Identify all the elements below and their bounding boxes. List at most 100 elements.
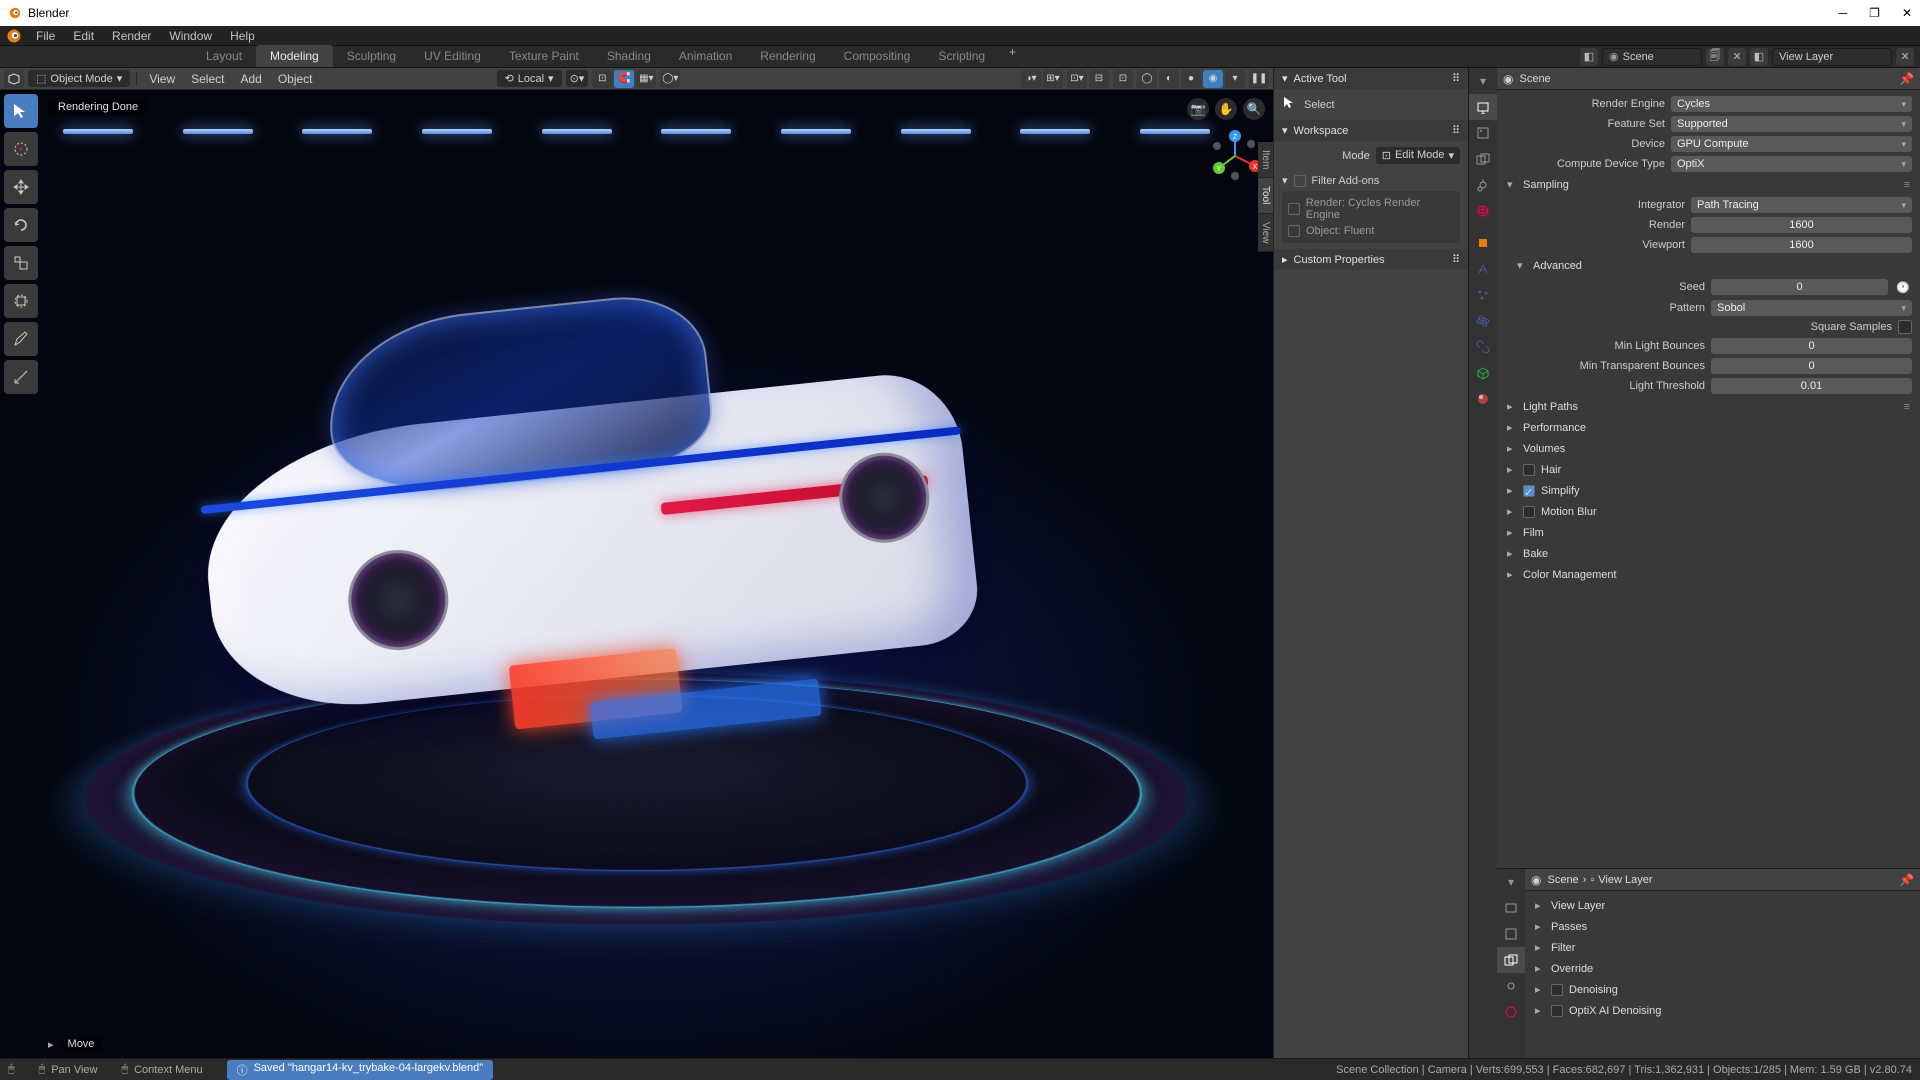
render-engine-dropdown[interactable]: Cycles [1671,96,1912,112]
3d-viewport[interactable]: Rendering Done 📷 ✋ 🔍 X Y Z Item Tool Vie… [0,90,1273,1058]
tab-physics-icon[interactable] [1469,308,1497,334]
orientation-dropdown[interactable]: ⟲Local▾ [497,70,562,87]
section-optix-denoising[interactable]: OptiX AI Denoising [1525,1000,1920,1021]
workspace-mode-dropdown[interactable]: ⊡Edit Mode▾ [1376,147,1460,164]
section-passes[interactable]: Passes [1525,916,1920,937]
scene-new-button[interactable]: 🗐 [1706,48,1724,66]
device-dropdown[interactable]: GPU Compute [1671,136,1912,152]
workspace-header[interactable]: ▾Workspace⠿ [1274,120,1468,141]
filter-addons-toggle[interactable]: Filter Add-ons [1312,175,1380,187]
feature-set-dropdown[interactable]: Supported [1671,116,1912,132]
section-simplify[interactable]: ✓Simplify [1497,480,1920,501]
tab-rendering[interactable]: Rendering [746,45,829,67]
menu-window[interactable]: Window [161,27,220,45]
tab-world-icon[interactable] [1469,198,1497,224]
measure-tool[interactable] [4,360,38,394]
pivot-dropdown[interactable]: ⊙▾ [566,70,589,87]
close-button[interactable]: ✕ [1902,6,1912,20]
section-hair[interactable]: Hair [1497,459,1920,480]
custom-properties-header[interactable]: ▸Custom Properties⠿ [1274,249,1468,270]
editor-type-dropdown-icon[interactable]: ▾ [1497,869,1525,895]
orientation-gizmo[interactable]: X Y Z [1207,128,1263,184]
min-light-bounces-field[interactable]: 0 [1711,338,1912,354]
min-transparent-bounces-field[interactable]: 0 [1711,358,1912,374]
section-light-paths[interactable]: Light Paths≡ [1497,396,1920,417]
cursor-tool[interactable] [4,132,38,166]
rotate-tool[interactable] [4,208,38,242]
seed-clock-icon[interactable]: 🕐 [1894,278,1912,296]
annotate-tool[interactable] [4,322,38,356]
section-denoising[interactable]: Denoising [1525,979,1920,1000]
viewlayer-delete-button[interactable]: ✕ [1896,48,1914,66]
npanel-tab-view[interactable]: View [1258,214,1273,253]
scene-name-field[interactable]: ◉Scene [1602,48,1702,66]
minimize-button[interactable]: ─ [1839,6,1848,20]
vp-menu-object[interactable]: Object [272,70,319,88]
move-tool[interactable] [4,170,38,204]
tab-modeling[interactable]: Modeling [256,45,333,67]
zoom-view-icon[interactable]: 🔍 [1243,98,1265,120]
section-sampling[interactable]: Sampling≡ [1497,174,1920,195]
section-motion-blur[interactable]: Motion Blur [1497,501,1920,522]
npanel-tab-tool[interactable]: Tool [1258,178,1273,213]
tab-output-icon[interactable] [1497,921,1525,947]
npanel-tab-item[interactable]: Item [1258,142,1273,178]
tab-layout[interactable]: Layout [192,45,256,67]
select-box-tool[interactable] [4,94,38,128]
camera-view-icon[interactable]: 📷 [1187,98,1209,120]
tab-output-icon[interactable] [1469,120,1497,146]
tab-material-icon[interactable] [1469,386,1497,412]
vp-menu-add[interactable]: Add [234,70,267,88]
tab-uv-editing[interactable]: UV Editing [410,45,495,67]
section-override[interactable]: Override [1525,958,1920,979]
xray-icon[interactable]: ⊡ [1113,70,1133,88]
vp-footer-action[interactable]: Move [60,1036,103,1052]
shading-mode-buttons[interactable]: ◯◐●◉▾ [1137,70,1245,88]
section-filter[interactable]: Filter [1525,937,1920,958]
pattern-dropdown[interactable]: Sobol [1711,300,1912,316]
tab-sculpting[interactable]: Sculpting [333,45,410,67]
menu-edit[interactable]: Edit [65,27,102,45]
add-workspace-button[interactable]: + [999,45,1026,67]
tab-data-icon[interactable] [1469,360,1497,386]
snap-buttons[interactable]: ⊡🧲▦▾ [592,70,656,88]
tab-scripting[interactable]: Scripting [924,45,999,67]
section-bake[interactable]: Bake [1497,543,1920,564]
tab-object-icon[interactable] [1469,230,1497,256]
tab-scene-icon[interactable] [1469,172,1497,198]
vp-menu-view[interactable]: View [143,70,181,88]
tab-shading[interactable]: Shading [593,45,665,67]
active-tool-header[interactable]: ▾Active Tool⠿ [1274,68,1468,89]
section-film[interactable]: Film [1497,522,1920,543]
vp-menu-select[interactable]: Select [185,70,230,88]
editor-type-dropdown-icon[interactable]: ▾ [1469,68,1497,94]
pin-icon[interactable]: 📌 [1899,873,1914,887]
viewlayer-browse-icon[interactable]: ◧ [1750,48,1768,66]
proportional-edit-icon[interactable]: ◯▾ [660,70,680,88]
scene-delete-button[interactable]: ✕ [1728,48,1746,66]
light-threshold-field[interactable]: 0.01 [1711,378,1912,394]
tab-world-icon[interactable] [1497,999,1525,1025]
tab-particles-icon[interactable] [1469,282,1497,308]
tab-render-icon[interactable] [1497,895,1525,921]
tab-scene-icon[interactable] [1497,973,1525,999]
pan-view-icon[interactable]: ✋ [1215,98,1237,120]
editor-type-icon[interactable] [4,70,24,88]
seed-field[interactable]: 0 [1711,279,1888,295]
tab-modifiers-icon[interactable] [1469,256,1497,282]
tab-texture-paint[interactable]: Texture Paint [495,45,593,67]
tab-compositing[interactable]: Compositing [830,45,925,67]
tab-render-icon[interactable] [1469,94,1497,120]
viewlayer-name-field[interactable]: View Layer [1772,48,1892,66]
active-tool-select[interactable]: Select [1282,95,1460,114]
section-performance[interactable]: Performance [1497,417,1920,438]
maximize-button[interactable]: ❐ [1869,6,1880,20]
pin-icon[interactable]: 📌 [1899,72,1914,86]
square-samples-checkbox[interactable] [1898,320,1912,334]
addon-fluent[interactable]: Object: Fluent [1288,225,1454,237]
section-view-layer[interactable]: View Layer [1525,895,1920,916]
mode-dropdown[interactable]: ⬚Object Mode▾ [28,70,130,87]
tab-constraints-icon[interactable] [1469,334,1497,360]
overlay-buttons[interactable]: ⊡▾⊟ [1067,70,1109,88]
scale-tool[interactable] [4,246,38,280]
